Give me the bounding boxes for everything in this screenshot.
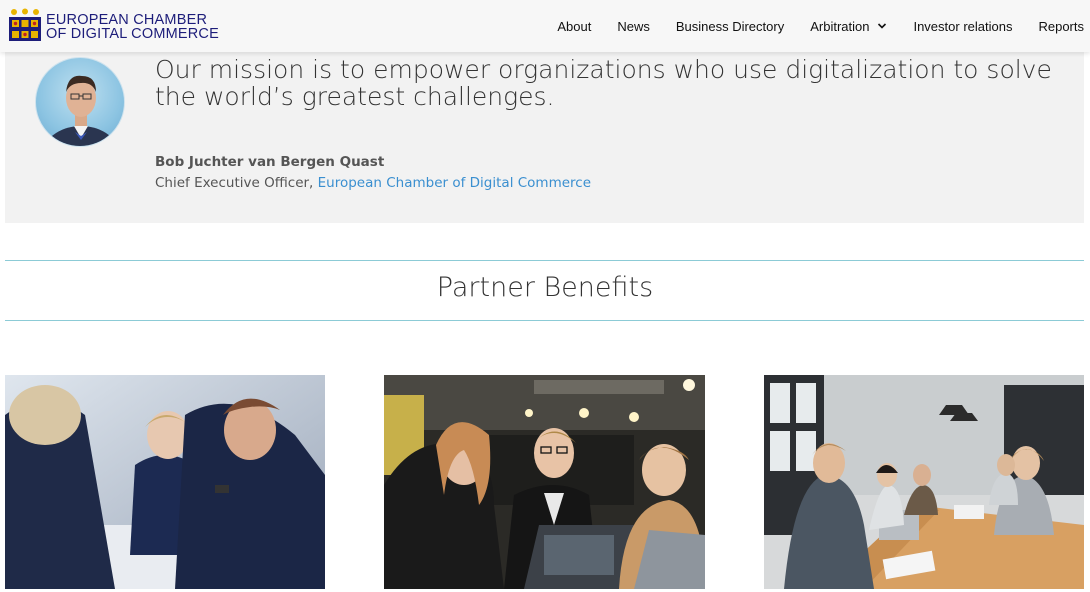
nav-label: Reports: [1038, 18, 1084, 34]
site-logo[interactable]: EUROPEAN CHAMBER OF DIGITAL COMMERCE: [8, 8, 233, 44]
mission-quote: Our mission is to empower organizations …: [155, 55, 1052, 111]
nav-item-investor-relations[interactable]: Investor relations: [913, 19, 1012, 34]
main-nav: About News Business Directory Arbitratio…: [531, 0, 1090, 52]
nav-label: Investor relations: [913, 18, 1013, 34]
organization-link[interactable]: European Chamber of Digital Commerce: [318, 175, 591, 191]
nav-item-reports[interactable]: Reports: [1038, 19, 1084, 34]
logo-line-1: EUROPEAN CHAMBER: [46, 12, 208, 28]
nav-label: Arbitration: [810, 18, 870, 34]
chamber-logo-icon: [9, 8, 41, 41]
logo-line-2: OF DIGITAL COMMERCE: [46, 26, 219, 42]
site-header: EUROPEAN CHAMBER OF DIGITAL COMMERCE Abo…: [0, 0, 1090, 52]
nav-label: Business Directory: [675, 18, 785, 34]
ceo-avatar: [35, 57, 125, 147]
nav-item-about[interactable]: About: [557, 19, 591, 34]
benefit-photo-office-laptops: [384, 375, 705, 589]
section-title: Partner Benefits: [436, 272, 654, 303]
mission-section: Our mission is to empower organizations …: [5, 52, 1084, 223]
author-role: Chief Executive Officer, European Chambe…: [155, 175, 591, 191]
ceo-portrait-image: [43, 75, 119, 146]
benefit-photo-team-table: [764, 375, 1084, 589]
nav-label: News: [617, 18, 650, 34]
nav-label: About: [557, 18, 592, 34]
benefit-photo-meeting: [5, 375, 325, 589]
divider-bottom: [5, 320, 1084, 321]
role-title: Chief Executive Officer,: [155, 175, 318, 191]
nav-item-arbitration[interactable]: Arbitration: [810, 19, 887, 34]
nav-item-business-directory[interactable]: Business Directory: [676, 19, 784, 34]
nav-item-news[interactable]: News: [617, 19, 650, 34]
quote-author: Bob Juchter van Bergen Quast: [155, 154, 385, 170]
divider-top: [5, 260, 1084, 261]
chevron-down-icon: [878, 23, 887, 29]
logo-text: EUROPEAN CHAMBER OF DIGITAL COMMERCE: [46, 12, 219, 42]
